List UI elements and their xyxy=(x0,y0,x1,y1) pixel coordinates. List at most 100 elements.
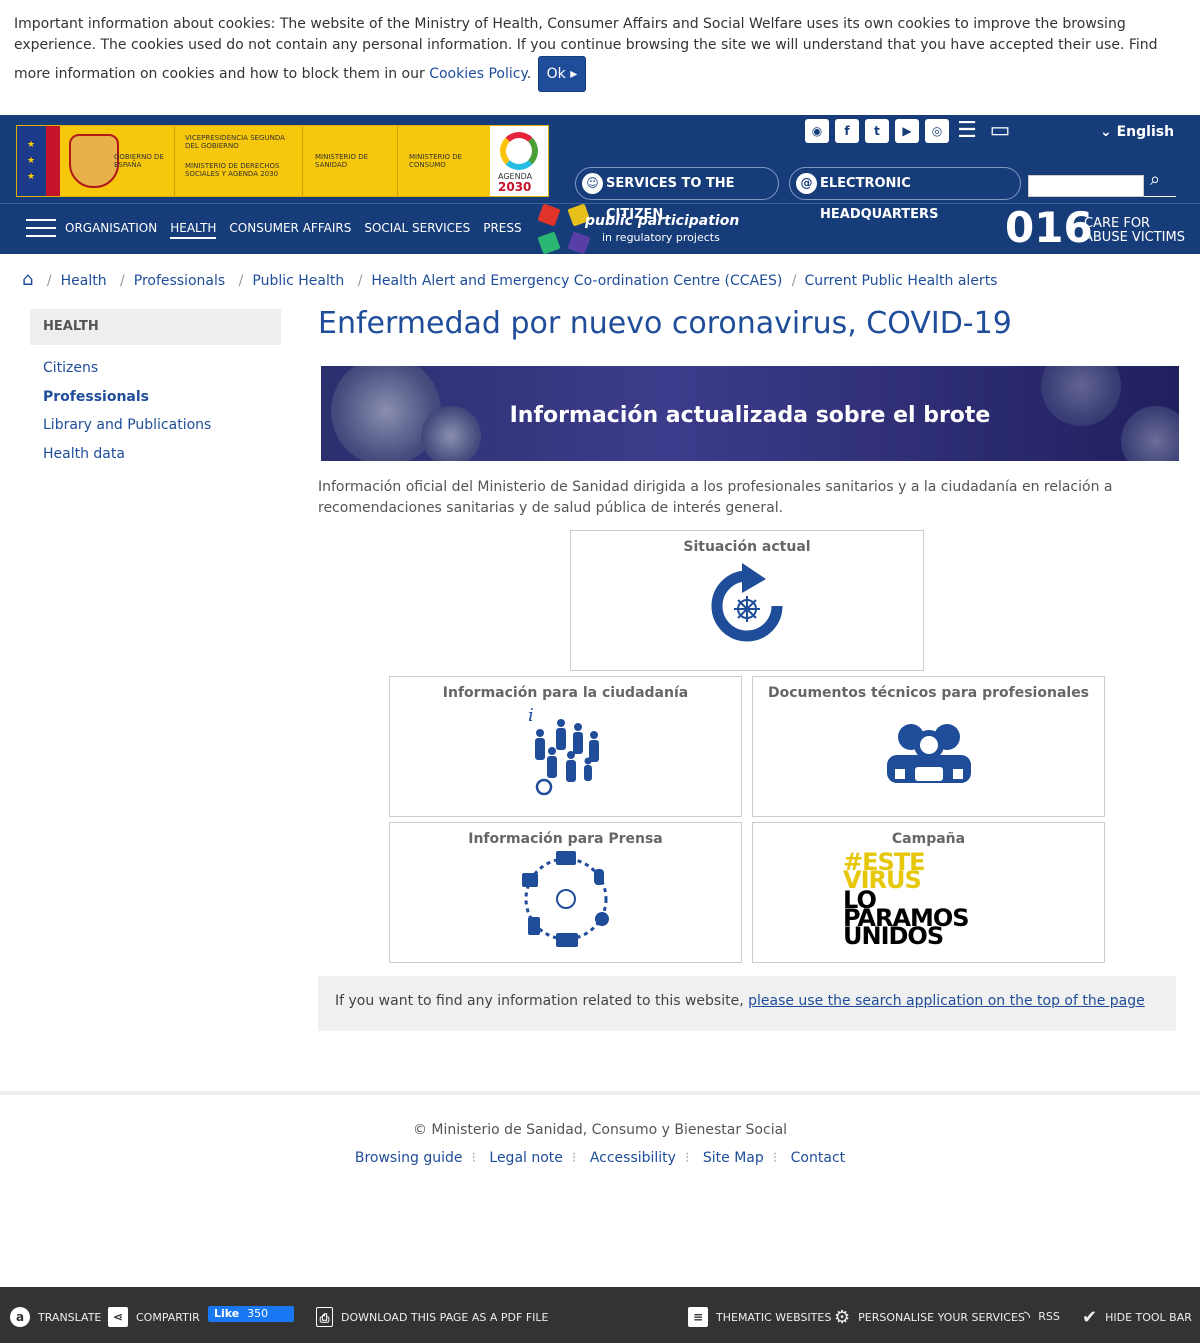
footer-links: Browsing guide ⁝ Legal note ⁝ Accessibilit… xyxy=(354,1150,846,1166)
nav-press[interactable]: PRESS xyxy=(483,221,521,239)
footer-contact[interactable]: Contact xyxy=(791,1150,845,1166)
card-ciudadania[interactable]: Información para la ciudadanía i xyxy=(389,676,742,817)
rss-icon: ◝ xyxy=(1024,1307,1031,1326)
language-selector[interactable]: ⌄ English xyxy=(1100,124,1174,140)
svg-text:i: i xyxy=(528,705,534,726)
rss-icon[interactable]: ◉ xyxy=(805,119,829,143)
people-icon: ☺ xyxy=(582,173,603,194)
card-documentos-tecnicos[interactable]: Documentos técnicos para profesionales xyxy=(752,676,1105,817)
services-citizen-button[interactable]: ☺ SERVICES TO THE CITIZEN xyxy=(575,167,779,222)
checkmark-icon: ✔ xyxy=(1082,1307,1098,1328)
coat-of-arms-icon xyxy=(69,134,119,188)
cookie-ok-button[interactable]: Ok ▸ xyxy=(537,56,587,92)
hamburger-menu-icon[interactable] xyxy=(26,219,56,239)
breadcrumb-professionals[interactable]: Professionals xyxy=(134,273,225,289)
banner-text: Información actualizada sobre el brote xyxy=(509,403,991,428)
logo-consumo: MINISTERIO DE CONSUMO xyxy=(409,153,463,169)
footer-browsing-guide[interactable]: Browsing guide xyxy=(355,1150,463,1166)
breadcrumb-current-alerts[interactable]: Current Public Health alerts xyxy=(805,273,998,289)
logo-vicepresidencia: VICEPRESIDENCIA SEGUNDA DEL GOBIERNO xyxy=(185,134,285,150)
card-situacion-title: Situación actual xyxy=(683,539,811,555)
fb-like-count: 350 xyxy=(247,1307,269,1320)
participation-hands-icon[interactable] xyxy=(535,203,595,255)
copyright: © Ministerio de Sanidad, Consumo y Biene… xyxy=(412,1122,788,1138)
card-ciudadania-title: Información para la ciudadanía xyxy=(442,685,689,701)
facebook-like-button[interactable]: Like 350 xyxy=(208,1306,294,1322)
card-campana[interactable]: Campaña #ESTE VIRUS LO PARAMOS UNIDOS xyxy=(752,822,1105,963)
main-navigation: ORGANISATION HEALTH CONSUMER AFFAIRS SOC… xyxy=(0,203,1200,255)
pdf-download-button[interactable]: ⎙ DOWNLOAD THIS PAGE AS A PDF FILE xyxy=(316,1307,548,1327)
card-documentos-title: Documentos técnicos para profesionales xyxy=(767,685,1090,701)
share-icon: ⋖ xyxy=(108,1307,128,1327)
breadcrumb-public-health[interactable]: Public Health xyxy=(252,273,344,289)
share-button[interactable]: ⋖ COMPARTIR xyxy=(108,1307,200,1327)
pdf-label: DOWNLOAD THIS PAGE AS A PDF FILE xyxy=(341,1310,549,1324)
footer-site-map[interactable]: Site Map xyxy=(703,1150,764,1166)
footer-legal-note[interactable]: Legal note xyxy=(489,1150,563,1166)
logo-gobierno: GOBIERNO DE ESPAÑA xyxy=(114,153,164,169)
eu-flag: ★ ★ ★ xyxy=(17,126,46,196)
card-campana-title: Campaña xyxy=(891,831,966,847)
social-links: ◉ f t ▶ ◎ ☰ ▭ xyxy=(805,119,1015,143)
list-icon[interactable]: ☰ xyxy=(955,119,979,143)
hotline-text-line2: ABUSE VICTIMS xyxy=(1084,230,1185,245)
refresh-virus-icon xyxy=(711,563,783,642)
search-underline xyxy=(1144,196,1176,197)
nav-health[interactable]: HEALTH xyxy=(170,221,217,239)
nav-organisation[interactable]: ORGANISATION xyxy=(65,221,157,239)
gear-icon: ⚙ xyxy=(834,1307,851,1328)
sidebar-item-citizens[interactable]: Citizens xyxy=(43,360,98,376)
hide-label: HIDE TOOL BAR xyxy=(1105,1311,1192,1324)
sidebar-item-health-data[interactable]: Health data xyxy=(43,446,125,462)
fb-like-label: Like xyxy=(214,1307,240,1320)
participation-subtitle[interactable]: in regulatory projects xyxy=(602,231,720,244)
personalise-label: PERSONALISE YOUR SERVICES xyxy=(858,1311,1025,1324)
card-situacion-actual[interactable]: Situación actual xyxy=(570,530,924,671)
facebook-icon[interactable]: f xyxy=(835,119,859,143)
agenda-year: 2030 xyxy=(498,180,532,194)
logo-derechos: MINISTERIO DE DERECHOS SOCIALES Y AGENDA… xyxy=(185,162,280,178)
breadcrumb-health[interactable]: Health xyxy=(61,273,107,289)
at-sign-icon: @ xyxy=(796,173,817,194)
twitter-icon[interactable]: t xyxy=(865,119,889,143)
nav-menu: ORGANISATION HEALTH CONSUMER AFFAIRS SOC… xyxy=(65,221,522,239)
translate-button[interactable]: a TRANSLATE xyxy=(10,1307,101,1327)
hotline-text-line1: CARE FOR xyxy=(1084,216,1151,231)
electronic-hq-button[interactable]: @ ELECTRONIC HEADQUARTERS xyxy=(789,167,1021,222)
search-input[interactable] xyxy=(1028,175,1144,197)
search-icon[interactable]: ⌕ xyxy=(1150,169,1160,190)
laptop-icon[interactable]: ▭ xyxy=(985,119,1015,143)
search-hint-link[interactable]: please use the search application on the… xyxy=(748,993,1145,1009)
youtube-icon[interactable]: ▶ xyxy=(895,119,919,143)
thematic-websites-button[interactable]: ≡ THEMATIC WEBSITES xyxy=(688,1307,831,1327)
nav-social-services[interactable]: SOCIAL SERVICES xyxy=(364,221,470,239)
sidebar-item-professionals[interactable]: Professionals xyxy=(43,389,149,405)
hotline-text[interactable]: CARE FOR ABUSE VICTIMS xyxy=(1084,217,1185,245)
thematic-label: THEMATIC WEBSITES xyxy=(716,1310,832,1324)
outbreak-banner[interactable]: Información actualizada sobre el brote xyxy=(321,366,1179,461)
card-prensa[interactable]: Información para Prensa xyxy=(389,822,742,963)
campaign-logo: #ESTE VIRUS LO PARAMOS UNIDOS xyxy=(843,850,970,948)
breadcrumb: ⌂ / Health / Professionals / Public Health … xyxy=(22,269,998,290)
rss-button[interactable]: ◝ RSS xyxy=(1024,1307,1060,1326)
cookies-policy-link[interactable]: Cookies Policy xyxy=(429,66,527,82)
government-logo[interactable]: ★ ★ ★ GOBIERNO DE ESPAÑA VICEPRESIDENCIA S… xyxy=(16,125,549,197)
instagram-icon[interactable]: ◎ xyxy=(925,119,949,143)
participation-title[interactable]: public participation xyxy=(585,213,739,229)
site-header: ★ ★ ★ GOBIERNO DE ESPAÑA VICEPRESIDENCIA S… xyxy=(0,115,1200,255)
citizens-group-icon: i xyxy=(528,705,599,796)
sidebar-item-library[interactable]: Library and Publications xyxy=(43,417,211,433)
language-label: English xyxy=(1116,124,1175,140)
hide-toolbar-button[interactable]: ✔ HIDE TOOL BAR xyxy=(1082,1307,1192,1328)
home-icon[interactable]: ⌂ xyxy=(22,269,33,290)
cookie-ok-label: Ok xyxy=(546,66,566,82)
search-hint-text: If you want to find any information rela… xyxy=(335,993,744,1009)
footer-accessibility[interactable]: Accessibility xyxy=(590,1150,676,1166)
sidebar-heading: HEALTH xyxy=(30,309,281,345)
hotline-number[interactable]: 016 xyxy=(1005,205,1093,251)
agenda-2030-logo: AGENDA 2030 xyxy=(490,126,548,196)
nav-consumer-affairs[interactable]: CONSUMER AFFAIRS xyxy=(229,221,351,239)
personalise-button[interactable]: ⚙ PERSONALISE YOUR SERVICES xyxy=(834,1307,1025,1328)
page-title: Enfermedad por nuevo coronavirus, COVID-… xyxy=(318,306,1012,341)
breadcrumb-ccaes[interactable]: Health Alert and Emergency Co-ordination… xyxy=(371,273,782,289)
